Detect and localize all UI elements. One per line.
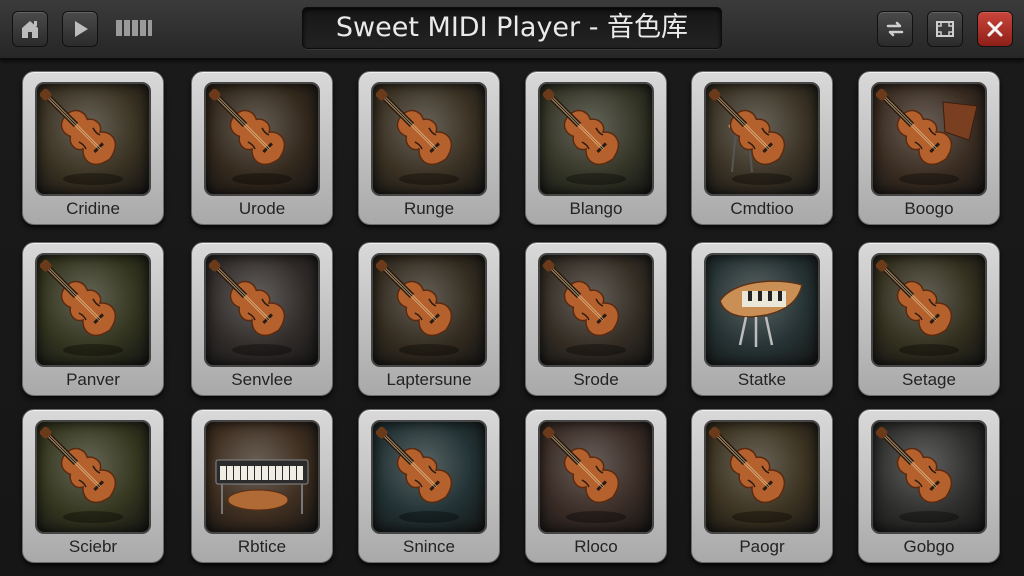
instrument-thumbnail — [371, 420, 487, 534]
violin-icon — [542, 426, 626, 523]
close-button[interactable] — [977, 11, 1013, 47]
instrument-thumbnail — [871, 82, 987, 196]
instrument-label: Panver — [66, 370, 120, 389]
piano-keys-icon — [116, 20, 152, 36]
violin-icon — [875, 259, 959, 356]
instrument-thumbnail — [871, 420, 987, 534]
instrument-thumbnail — [371, 82, 487, 196]
instrument-tile[interactable]: Rbtice — [191, 409, 333, 563]
fullscreen-button[interactable] — [927, 11, 963, 47]
instrument-label: Paogr — [739, 537, 785, 556]
instrument-grid: Cridine Urode Runge Blango Cmdtioo Boogo Panve… — [22, 71, 1002, 563]
instrument-tile[interactable]: Cmdtioo — [691, 71, 833, 225]
instrument-thumbnail — [35, 420, 151, 534]
instrument-label: Boogo — [904, 199, 954, 218]
violin-icon — [39, 259, 123, 356]
instrument-tile[interactable]: Statke — [691, 242, 833, 396]
violin-icon — [375, 88, 459, 185]
violin-icon — [708, 426, 792, 523]
instrument-label: Srode — [573, 370, 619, 389]
fullscreen-icon — [936, 21, 954, 37]
instrument-thumbnail — [704, 420, 820, 534]
instrument-tile[interactable]: Sciebr — [22, 409, 164, 563]
instrument-thumbnail — [35, 82, 151, 196]
instrument-thumbnail — [35, 253, 151, 367]
violin-stand-icon — [875, 88, 978, 185]
instrument-tile[interactable]: Paogr — [691, 409, 833, 563]
instrument-tile[interactable]: Laptersune — [358, 242, 500, 396]
violin-icon — [208, 259, 292, 356]
instrument-label: Gobgo — [903, 537, 955, 556]
play-button[interactable] — [62, 11, 98, 47]
close-icon — [987, 21, 1003, 37]
instrument-tile[interactable]: Boogo — [858, 71, 1000, 225]
instrument-tile[interactable]: Srode — [525, 242, 667, 396]
instrument-tile[interactable]: Setage — [858, 242, 1000, 396]
violin-icon — [542, 259, 626, 356]
instrument-tile[interactable]: Snince — [358, 409, 500, 563]
instrument-label: Snince — [403, 537, 455, 556]
instrument-label: Rloco — [574, 537, 618, 556]
violin-drum-icon — [708, 88, 792, 185]
violin-icon — [875, 426, 959, 523]
violin-icon — [39, 88, 123, 185]
violin-icon — [375, 426, 459, 523]
instrument-label: Blango — [569, 199, 623, 218]
instrument-tile[interactable]: Blango — [525, 71, 667, 225]
instrument-tile[interactable]: Rloco — [525, 409, 667, 563]
piano-keys-button[interactable] — [114, 18, 154, 38]
instrument-thumbnail — [204, 253, 320, 367]
instrument-tile[interactable]: Gobgo — [858, 409, 1000, 563]
instrument-tile[interactable]: Cridine — [22, 71, 164, 225]
instrument-thumbnail — [204, 420, 320, 534]
instrument-label: Setage — [902, 370, 956, 389]
instrument-thumbnail — [871, 253, 987, 367]
home-icon — [22, 21, 38, 38]
harp-icon — [719, 280, 803, 347]
instrument-label: Senvlee — [231, 370, 293, 389]
instrument-thumbnail — [704, 82, 820, 196]
swap-button[interactable] — [877, 11, 913, 47]
home-button[interactable] — [12, 11, 48, 47]
instrument-label: Runge — [403, 199, 455, 218]
instrument-label: Statke — [737, 370, 787, 389]
instrument-thumbnail — [538, 82, 654, 196]
violin-icon — [39, 426, 123, 523]
violin-icon — [375, 259, 459, 356]
instrument-tile[interactable]: Urode — [191, 71, 333, 225]
instrument-thumbnail — [538, 420, 654, 534]
keyboard-icon — [215, 459, 309, 514]
instrument-label: Urode — [238, 199, 286, 218]
instrument-label: Rbtice — [237, 537, 287, 556]
instrument-thumbnail — [704, 253, 820, 367]
instrument-label: Cridine — [66, 199, 120, 218]
violin-icon — [208, 88, 292, 185]
swap-icon — [886, 21, 904, 37]
instrument-thumbnail — [204, 82, 320, 196]
instrument-thumbnail — [538, 253, 654, 367]
violin-icon — [542, 88, 626, 185]
app-window: Sweet MIDI Player - 音色库 Cridine Urode Rung… — [0, 0, 1024, 576]
instrument-thumbnail — [371, 253, 487, 367]
instrument-tile[interactable]: Panver — [22, 242, 164, 396]
instrument-label: Laptersune — [386, 370, 472, 389]
toolbar: Sweet MIDI Player - 音色库 — [0, 0, 1024, 60]
play-icon — [75, 21, 88, 37]
instrument-label: Sciebr — [68, 537, 118, 556]
instrument-label: Cmdtioo — [730, 199, 794, 218]
instrument-tile[interactable]: Senvlee — [191, 242, 333, 396]
instrument-tile[interactable]: Runge — [358, 71, 500, 225]
window-title: Sweet MIDI Player - 音色库 — [302, 7, 722, 49]
